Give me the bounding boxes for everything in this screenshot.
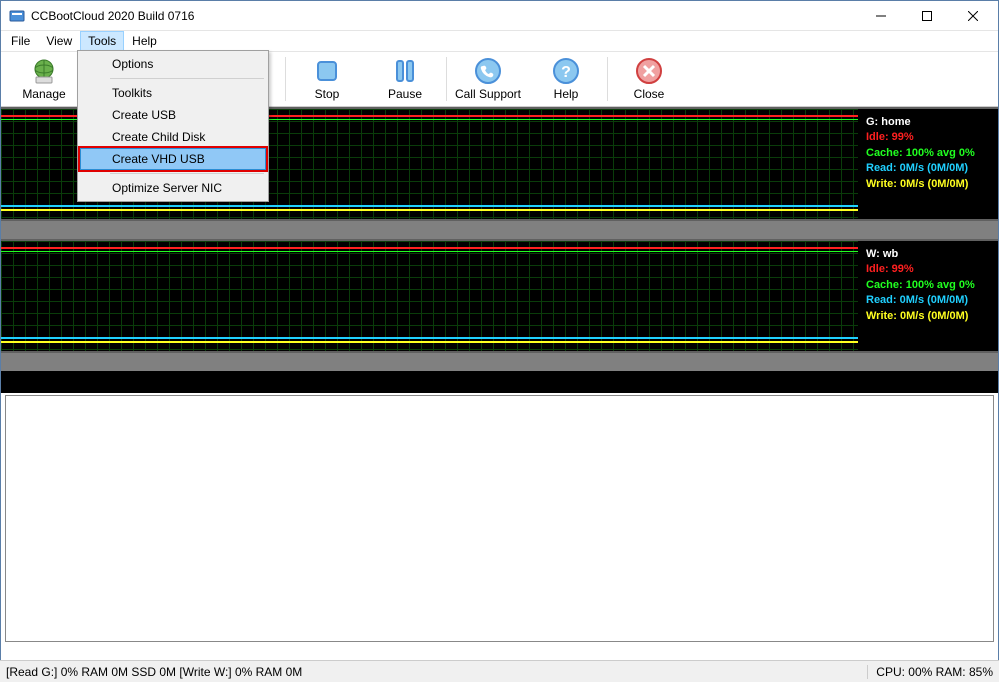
black-strip [1,371,998,393]
toolbar-stop-button[interactable]: Stop [288,53,366,105]
menu-separator [110,173,264,174]
status-right: CPU: 00% RAM: 85% [867,665,993,679]
toolbar-close-button[interactable]: Close [610,53,688,105]
menu-item-create-child-disk[interactable]: Create Child Disk [80,126,266,148]
svg-text:?: ? [561,64,571,81]
disk-cache: Cache: 100% avg 0% [866,278,990,293]
menubar: File View Tools Help [1,31,998,51]
graph-line-green [1,251,858,252]
menu-item-create-usb[interactable]: Create USB [80,104,266,126]
toolbar-separator [285,57,286,101]
disk-idle: Idle: 99% [866,262,990,277]
toolbar-label: Help [554,87,579,101]
graph-grid [1,241,858,351]
toolbar-label: Stop [315,87,340,101]
statusbar: [Read G:] 0% RAM 0M SSD 0M [Write W:] 0%… [0,660,999,682]
globe-icon [30,57,58,85]
menu-help[interactable]: Help [124,31,165,51]
app-icon [9,8,25,24]
menu-item-optimize-server-nic[interactable]: Optimize Server NIC [80,177,266,199]
graph-line-yellow [1,341,858,343]
menu-file[interactable]: File [3,31,38,51]
toolbar-label: Pause [388,87,422,101]
toolbar-pause-button[interactable]: Pause [366,53,444,105]
toolbar-separator [446,57,447,101]
titlebar: CCBootCloud 2020 Build 0716 [1,1,998,31]
graph-line-cyan [1,205,858,207]
graph-side-panel: G: home Idle: 99% Cache: 100% avg 0% Rea… [858,109,998,219]
toolbar-label: Call Support [455,87,521,101]
disk-write: Write: 0M/s (0M/0M) [866,309,990,324]
graph-side-panel: W: wb Idle: 99% Cache: 100% avg 0% Read:… [858,241,998,351]
disk-read: Read: 0M/s (0M/0M) [866,161,990,176]
graph-gap [1,221,998,239]
disk-title: W: wb [866,247,990,262]
menu-view[interactable]: View [38,31,80,51]
phone-icon [474,57,502,85]
close-button[interactable] [950,1,996,31]
toolbar-separator [607,57,608,101]
graph-line-cyan [1,337,858,339]
graph-line-yellow [1,209,858,211]
graph-canvas [1,241,858,351]
menu-separator [110,78,264,79]
maximize-button[interactable] [904,1,950,31]
menu-item-toolkits[interactable]: Toolkits [80,82,266,104]
disk-write: Write: 0M/s (0M/0M) [866,177,990,192]
disk-cache: Cache: 100% avg 0% [866,146,990,161]
menu-item-options[interactable]: Options [80,53,266,75]
help-icon: ? [552,57,580,85]
graph-line-red [1,247,858,249]
status-left: [Read G:] 0% RAM 0M SSD 0M [Write W:] 0%… [6,665,867,679]
log-textarea[interactable] [5,395,994,642]
disk-graph-row: W: wb Idle: 99% Cache: 100% avg 0% Read:… [1,239,998,353]
toolbar-help-button[interactable]: ? Help [527,53,605,105]
disk-title: G: home [866,115,990,130]
menu-tools[interactable]: Tools [80,31,124,51]
toolbar-manage-button[interactable]: Manage [5,53,83,105]
toolbar-callsupport-button[interactable]: Call Support [449,53,527,105]
minimize-button[interactable] [858,1,904,31]
window-controls [858,1,996,30]
menu-item-create-vhd-usb[interactable]: Create VHD USB [80,148,266,170]
disk-read: Read: 0M/s (0M/0M) [866,293,990,308]
graph-gap [1,353,998,371]
toolbar-label: Close [634,87,665,101]
window-title: CCBootCloud 2020 Build 0716 [31,9,858,23]
disk-idle: Idle: 99% [866,130,990,145]
pause-icon [391,57,419,85]
tools-menu-dropdown: Options Toolkits Create USB Create Child… [77,50,269,202]
stop-icon [313,57,341,85]
toolbar-label: Manage [22,87,65,101]
close-circle-icon [635,57,663,85]
